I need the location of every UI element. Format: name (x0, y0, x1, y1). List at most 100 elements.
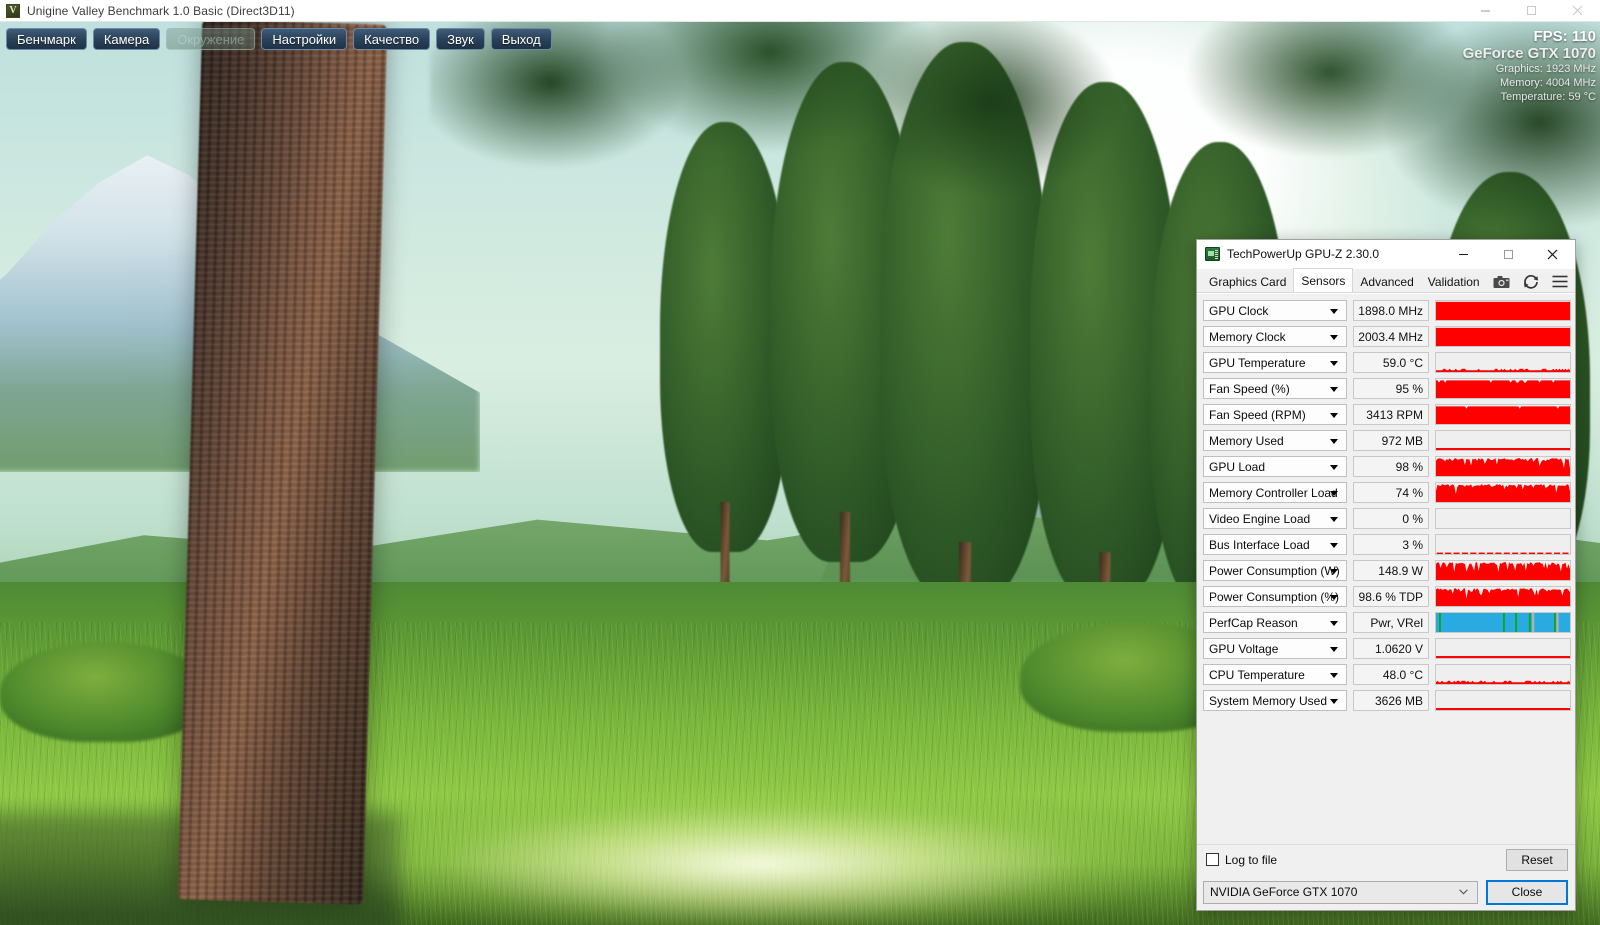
sensor-row: Memory Controller Load 74 % (1203, 481, 1571, 504)
sensor-name-dropdown[interactable]: Memory Used (1203, 430, 1347, 451)
overlay-gpu-name: GeForce GTX 1070 (1462, 45, 1596, 62)
unigine-menu-environment-button: Окружение (166, 28, 256, 50)
sensor-name-dropdown[interactable]: Memory Clock (1203, 326, 1347, 347)
overlay-temperature: Temperature: 59 °C (1500, 91, 1597, 103)
chevron-down-icon (1330, 386, 1338, 392)
sensor-name-dropdown[interactable]: CPU Temperature (1203, 664, 1347, 685)
sensor-name-dropdown[interactable]: System Memory Used (1203, 690, 1347, 711)
unigine-maximize-button[interactable] (1508, 0, 1554, 22)
sensor-name-label: PerfCap Reason (1209, 615, 1298, 630)
sensor-history-graph (1435, 378, 1571, 399)
sensor-value: 59.0 °C (1353, 352, 1429, 373)
gpuz-titlebar[interactable]: TechPowerUp GPU-Z 2.30.0 (1197, 240, 1575, 269)
tab-sensors[interactable]: Sensors (1293, 268, 1354, 292)
unigine-menu-benchmark-button[interactable]: Бенчмарк (6, 28, 87, 50)
sensor-name-dropdown[interactable]: Bus Interface Load (1203, 534, 1347, 555)
sensor-history-graph (1435, 612, 1571, 633)
unigine-valley-icon (6, 3, 20, 18)
menu-icon[interactable] (1551, 273, 1568, 290)
gpu-z-icon (1205, 247, 1220, 261)
sensor-name-label: Power Consumption (%) (1209, 589, 1340, 604)
gpuz-maximize-button[interactable] (1485, 240, 1530, 269)
sensor-history-graph (1435, 690, 1571, 711)
gpuz-toolbar (1493, 273, 1568, 290)
gpu-selector-dropdown[interactable]: NVIDIA GeForce GTX 1070 (1203, 880, 1478, 904)
sensor-row: GPU Temperature 59.0 °C (1203, 351, 1571, 374)
sensor-name-dropdown[interactable]: GPU Load (1203, 456, 1347, 477)
sensor-row: GPU Voltage 1.0620 V (1203, 637, 1571, 660)
chevron-down-icon (1330, 594, 1338, 600)
sensor-name-dropdown[interactable]: Fan Speed (RPM) (1203, 404, 1347, 425)
gpuz-close-button[interactable] (1530, 240, 1575, 269)
sensor-name-label: GPU Voltage (1209, 641, 1279, 656)
sensor-row: GPU Clock 1898.0 MHz (1203, 299, 1571, 322)
chevron-down-icon (1330, 568, 1338, 574)
sensor-row: CPU Temperature 48.0 °C (1203, 663, 1571, 686)
sensor-name-label: Memory Clock (1209, 329, 1286, 344)
log-to-file-checkbox[interactable] (1206, 853, 1219, 866)
sensor-value: 74 % (1353, 482, 1429, 503)
sensor-value: 148.9 W (1353, 560, 1429, 581)
chevron-down-icon (1330, 542, 1338, 548)
camera-icon[interactable] (1493, 273, 1510, 290)
sensor-value: 3 % (1353, 534, 1429, 555)
chevron-down-icon (1330, 620, 1338, 626)
sensor-name-label: GPU Load (1209, 459, 1266, 474)
sensor-name-dropdown[interactable]: GPU Temperature (1203, 352, 1347, 373)
sensor-value: 48.0 °C (1353, 664, 1429, 685)
close-button[interactable]: Close (1486, 879, 1568, 905)
reset-button[interactable]: Reset (1506, 848, 1568, 871)
fps-overlay: FPS: 110 GeForce GTX 1070 Graphics: 1923… (1463, 28, 1596, 104)
sensor-value: 98 % (1353, 456, 1429, 477)
unigine-menu-quality-button[interactable]: Качество (353, 28, 431, 50)
sensor-name-dropdown[interactable]: GPU Voltage (1203, 638, 1347, 659)
sensor-row: GPU Load 98 % (1203, 455, 1571, 478)
sensor-history-graph (1435, 300, 1571, 321)
sensor-name-dropdown[interactable]: Power Consumption (%) (1203, 586, 1347, 607)
unigine-menu-camera-button[interactable]: Камера (92, 28, 161, 50)
tab-validation[interactable]: Validation (1421, 272, 1487, 292)
sensor-history-graph (1435, 352, 1571, 373)
sensor-value: Pwr, VRel (1353, 612, 1429, 633)
unigine-menu-exit-button[interactable]: Выход (490, 28, 552, 50)
chevron-down-icon (1330, 490, 1338, 496)
gpuz-tab-bar: Graphics Card Sensors Advanced Validation (1197, 268, 1575, 293)
chevron-down-icon (1330, 308, 1338, 314)
sensor-history-graph (1435, 638, 1571, 659)
sensor-name-label: Fan Speed (RPM) (1209, 407, 1306, 422)
gpuz-footer: Log to file Reset (1197, 844, 1575, 874)
chevron-down-icon (1330, 360, 1338, 366)
sensor-history-graph (1435, 430, 1571, 451)
unigine-close-button[interactable] (1554, 0, 1600, 22)
sensor-value: 3626 MB (1353, 690, 1429, 711)
sensor-name-dropdown[interactable]: Memory Controller Load (1203, 482, 1347, 503)
sensor-name-dropdown[interactable]: GPU Clock (1203, 300, 1347, 321)
refresh-icon[interactable] (1522, 273, 1539, 290)
sensor-name-label: GPU Clock (1209, 303, 1269, 318)
sensor-name-dropdown[interactable]: Power Consumption (W) (1203, 560, 1347, 581)
screen-root: Unigine Valley Benchmark 1.0 Basic (Dire… (0, 0, 1600, 925)
sensor-history-graph (1435, 534, 1571, 555)
sensor-name-dropdown[interactable]: PerfCap Reason (1203, 612, 1347, 633)
gpuz-window-controls (1440, 240, 1575, 269)
sensor-name-label: Fan Speed (%) (1209, 381, 1290, 396)
gpuz-window-title: TechPowerUp GPU-Z 2.30.0 (1227, 247, 1380, 261)
sensor-value: 98.6 % TDP (1353, 586, 1429, 607)
sensor-name-label: Bus Interface Load (1209, 537, 1310, 552)
sensor-history-graph (1435, 404, 1571, 425)
fps-readout: FPS: 110 (1533, 28, 1596, 45)
sensor-name-dropdown[interactable]: Fan Speed (%) (1203, 378, 1347, 399)
sensors-panel: GPU Clock 1898.0 MHz Memory Clock 2003.4 MH… (1197, 293, 1575, 844)
sensor-name-dropdown[interactable]: Video Engine Load (1203, 508, 1347, 529)
chevron-down-icon (1330, 334, 1338, 340)
tab-advanced[interactable]: Advanced (1353, 272, 1420, 292)
chevron-down-icon (1330, 672, 1338, 678)
sensor-history-graph (1435, 326, 1571, 347)
unigine-minimize-button[interactable] (1462, 0, 1508, 22)
gpuz-minimize-button[interactable] (1440, 240, 1485, 269)
sensor-history-graph (1435, 560, 1571, 581)
tab-graphics-card[interactable]: Graphics Card (1202, 272, 1293, 292)
sensor-name-label: Video Engine Load (1209, 511, 1311, 526)
unigine-menu-settings-button[interactable]: Настройки (261, 28, 348, 50)
unigine-menu-sound-button[interactable]: Звук (436, 28, 485, 50)
